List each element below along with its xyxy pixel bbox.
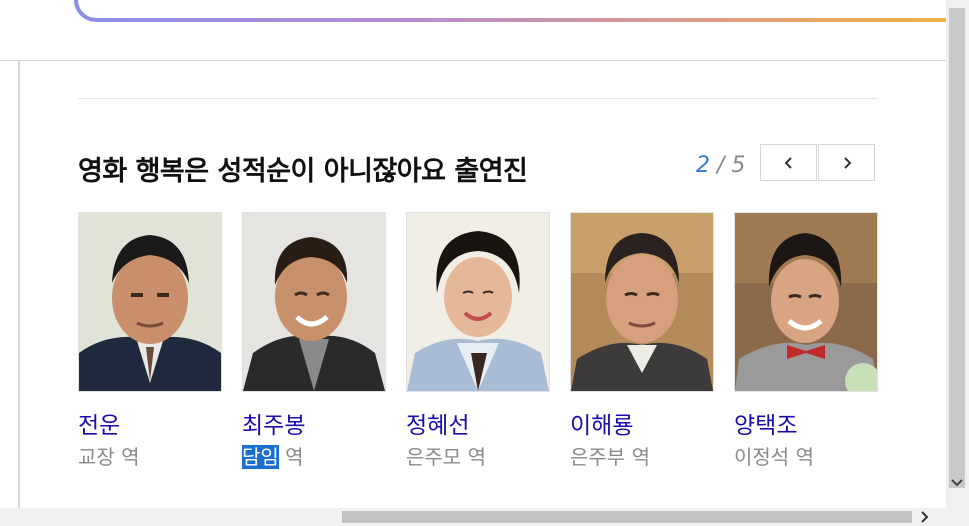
role-suffix: 역 (121, 445, 140, 469)
cast-name[interactable]: 정혜선 (406, 413, 550, 439)
role-name: 이정석 (734, 445, 790, 469)
search-box-frame[interactable] (74, 0, 969, 22)
horizontal-scrollbar[interactable] (0, 508, 969, 526)
left-rail (0, 61, 20, 508)
horizontal-scroll-thumb[interactable] (342, 511, 912, 523)
page-separator: / (710, 153, 732, 178)
role-suffix: 역 (285, 445, 304, 469)
role-suffix: 역 (467, 445, 486, 469)
vertical-scroll-thumb[interactable] (949, 8, 965, 488)
cast-name[interactable]: 양택조 (734, 413, 878, 439)
cast-photo[interactable] (78, 212, 222, 392)
next-page-button[interactable] (818, 144, 875, 181)
role-suffix: 역 (631, 445, 650, 469)
divider (78, 98, 878, 99)
cast-photo[interactable] (570, 212, 714, 392)
chevron-left-icon (784, 156, 792, 169)
chevron-right-icon[interactable] (918, 508, 932, 526)
cast-role: 담임 역 (242, 445, 386, 469)
cast-name[interactable]: 최주봉 (242, 413, 386, 439)
cast-photo[interactable] (242, 212, 386, 392)
total-pages: 5 (731, 153, 746, 178)
chevron-down-icon[interactable] (950, 478, 964, 488)
cast-card[interactable]: 이해룡 은주부 역 (570, 212, 714, 469)
chevron-right-icon (843, 156, 851, 169)
cast-role: 이정석 역 (734, 445, 878, 469)
cast-card[interactable]: 최주봉 담임 역 (242, 212, 386, 469)
section-title: 영화 행복은 성적순이 아니잖아요 출연진 (78, 156, 528, 187)
role-name: 은주부 (570, 445, 626, 469)
cast-card[interactable]: 정혜선 은주모 역 (406, 212, 550, 469)
cast-panel: 영화 행복은 성적순이 아니잖아요 출연진 2 / 5 전운 교장 역 최주봉 … (20, 61, 946, 508)
cast-card[interactable]: 전운 교장 역 (78, 212, 222, 469)
cast-photo[interactable] (406, 212, 550, 392)
vertical-scrollbar[interactable] (946, 0, 969, 508)
prev-page-button[interactable] (760, 144, 817, 181)
cast-name[interactable]: 이해룡 (570, 413, 714, 439)
cast-role: 교장 역 (78, 445, 222, 469)
cast-name[interactable]: 전운 (78, 413, 222, 439)
cast-role: 은주모 역 (406, 445, 550, 469)
search-area (0, 0, 969, 61)
role-name-selected: 담임 (242, 445, 279, 469)
cast-card[interactable]: 양택조 이정석 역 (734, 212, 878, 469)
cast-photo[interactable] (734, 212, 878, 392)
cast-role: 은주부 역 (570, 445, 714, 469)
role-suffix: 역 (795, 445, 814, 469)
role-name: 교장 (78, 445, 115, 469)
page-indicator: 2 / 5 (696, 153, 745, 178)
current-page: 2 (696, 153, 710, 178)
role-name: 은주모 (406, 445, 462, 469)
